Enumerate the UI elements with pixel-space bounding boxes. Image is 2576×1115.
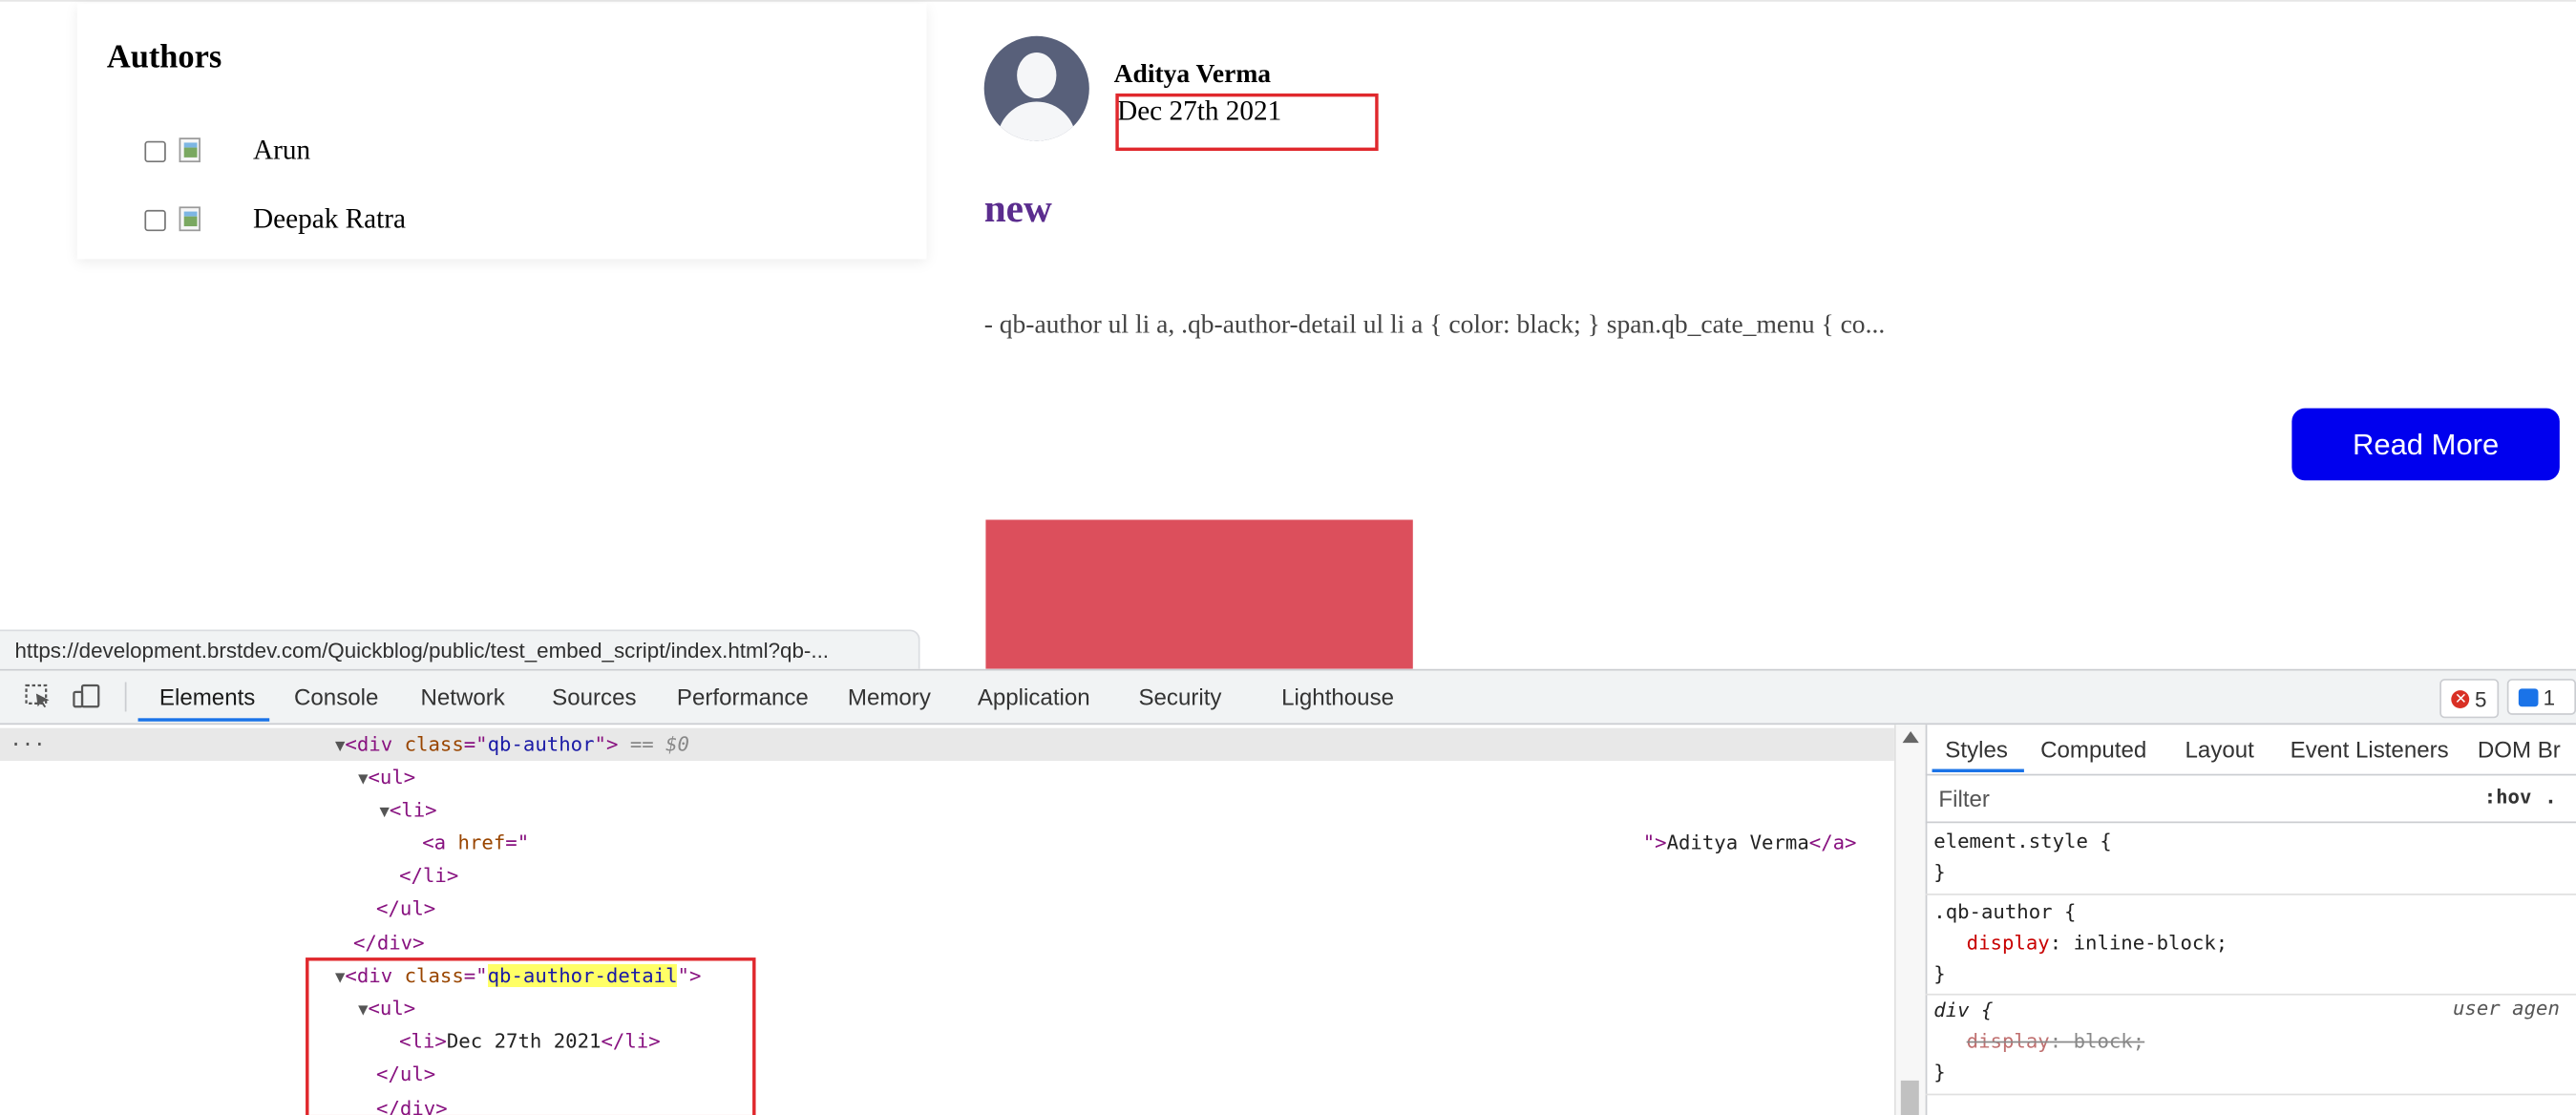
dom-node[interactable]: <li>Dec 27th 2021</li> — [0, 1025, 1894, 1058]
status-url-tooltip: https://development.brstdev.com/Quickblo… — [0, 629, 920, 669]
broken-image-icon — [178, 206, 204, 232]
author-checkbox[interactable] — [144, 208, 166, 231]
elements-dom-tree: ··· ▼<div class="qb-author"> == $0 ▼<ul>… — [0, 725, 1894, 1115]
inspect-element-icon[interactable] — [25, 684, 53, 708]
error-count-badge[interactable]: ✕ 5 — [2439, 679, 2500, 719]
author-name: Arun — [252, 134, 311, 166]
tab-lighthouse[interactable]: Lighthouse — [1281, 684, 1394, 709]
tab-elements[interactable]: Elements — [159, 684, 255, 709]
read-more-button[interactable]: Read More — [2291, 408, 2560, 481]
authors-heading: Authors — [106, 39, 222, 76]
css-rule-qb-author[interactable]: .qb-author { display: inline-block; } — [1933, 897, 2228, 991]
annotation-highlight-box — [306, 957, 756, 1115]
tab-layout[interactable]: Layout — [2185, 736, 2254, 762]
styles-tabs: Styles Computed Layout Event Listeners D… — [1925, 725, 2576, 776]
active-tab-indicator — [1932, 768, 2024, 772]
message-icon — [2518, 687, 2539, 706]
tab-network[interactable]: Network — [420, 684, 504, 709]
styles-filter-input[interactable]: Filter — [1938, 786, 1990, 811]
tab-sources[interactable]: Sources — [552, 684, 636, 709]
annotation-highlight-box — [1115, 93, 1379, 152]
devtools-toolbar: Elements Console Network Sources Perform… — [0, 670, 2576, 726]
tab-console[interactable]: Console — [294, 684, 378, 709]
broken-image-icon — [178, 137, 204, 163]
hover-state-toggle[interactable]: :hov. — [2484, 786, 2557, 809]
tab-computed[interactable]: Computed — [2040, 736, 2146, 762]
tab-dom-breakpoints[interactable]: DOM Br — [2478, 736, 2561, 762]
device-toolbar-icon[interactable] — [73, 684, 100, 708]
error-count: 5 — [2475, 685, 2487, 711]
dom-scrollbar[interactable] — [1893, 725, 1928, 1115]
dom-node[interactable]: ▼<div class="qb-author-detail"> — [0, 959, 1894, 992]
tab-application[interactable]: Application — [978, 684, 1090, 709]
tab-event-listeners[interactable]: Event Listeners — [2291, 736, 2449, 762]
author-item-deepak-ratra[interactable]: Deepak Ratra — [144, 203, 406, 236]
dom-node[interactable]: </ul> — [0, 1058, 1894, 1090]
tab-performance[interactable]: Performance — [677, 684, 809, 709]
rule-divider — [1925, 894, 2576, 895]
post-author-name[interactable]: Aditya Verma — [1114, 61, 1271, 91]
dom-node[interactable]: </ul> — [0, 892, 1894, 924]
expand-arrow-icon[interactable]: ▼ — [358, 770, 368, 789]
web-page: Authors Arun Deepak Ratra Aditya Verma D… — [0, 0, 2576, 669]
message-count: 1 — [2543, 684, 2556, 709]
authors-card: Authors Arun Deepak Ratra — [76, 3, 927, 260]
dom-node[interactable]: </li> — [0, 859, 1894, 892]
author-item-arun[interactable]: Arun — [144, 135, 310, 167]
expand-arrow-icon[interactable]: ▼ — [379, 804, 389, 822]
post-excerpt: - qb-author ul li a, .qb-author-detail u… — [983, 311, 1886, 340]
dom-node[interactable]: ▼<ul> — [0, 761, 1894, 793]
css-rule-element-style[interactable]: element.style { } — [1933, 827, 2111, 889]
css-rule-div-user-agent[interactable]: div { display: block; } — [1933, 996, 2144, 1089]
expand-arrow-icon[interactable]: ▼ — [335, 738, 345, 756]
active-tab-indicator — [137, 718, 270, 722]
author-avatar-icon — [983, 35, 1089, 141]
dom-node[interactable]: </div> — [0, 926, 1894, 958]
styles-filter-bar: Filter :hov. — [1925, 775, 2576, 824]
dom-node[interactable]: </div> — [0, 1092, 1894, 1115]
dom-node[interactable]: ▼<li> — [0, 793, 1894, 826]
more-options-icon[interactable]: ··· — [10, 728, 45, 761]
tab-memory[interactable]: Memory — [848, 684, 931, 709]
scroll-up-arrow-icon[interactable] — [1902, 731, 1919, 744]
devtools-panel: Elements Console Network Sources Perform… — [0, 668, 2576, 1115]
tab-styles[interactable]: Styles — [1945, 736, 2008, 762]
author-checkbox[interactable] — [144, 139, 166, 162]
scroll-thumb[interactable] — [1900, 1080, 1919, 1115]
post-title[interactable]: new — [984, 189, 1052, 233]
toolbar-divider — [124, 682, 127, 712]
dom-node[interactable]: <a href=" ">Aditya Verma</a> — [0, 827, 1894, 859]
dom-node-selected[interactable]: ··· ▼<div class="qb-author"> == $0 — [0, 727, 1894, 761]
rule-divider — [1925, 1093, 2576, 1096]
message-count-badge[interactable]: 1 — [2506, 679, 2576, 715]
user-agent-stylesheet-label: user agen — [2453, 997, 2560, 1020]
author-name: Deepak Ratra — [252, 202, 406, 235]
error-icon: ✕ — [2451, 689, 2470, 708]
post-image[interactable] — [985, 519, 1413, 669]
page-top-border — [0, 0, 2576, 2]
tab-security[interactable]: Security — [1138, 684, 1221, 709]
styles-pane: Styles Computed Layout Event Listeners D… — [1925, 725, 2576, 1115]
dom-node[interactable]: ▼<ul> — [0, 992, 1894, 1024]
